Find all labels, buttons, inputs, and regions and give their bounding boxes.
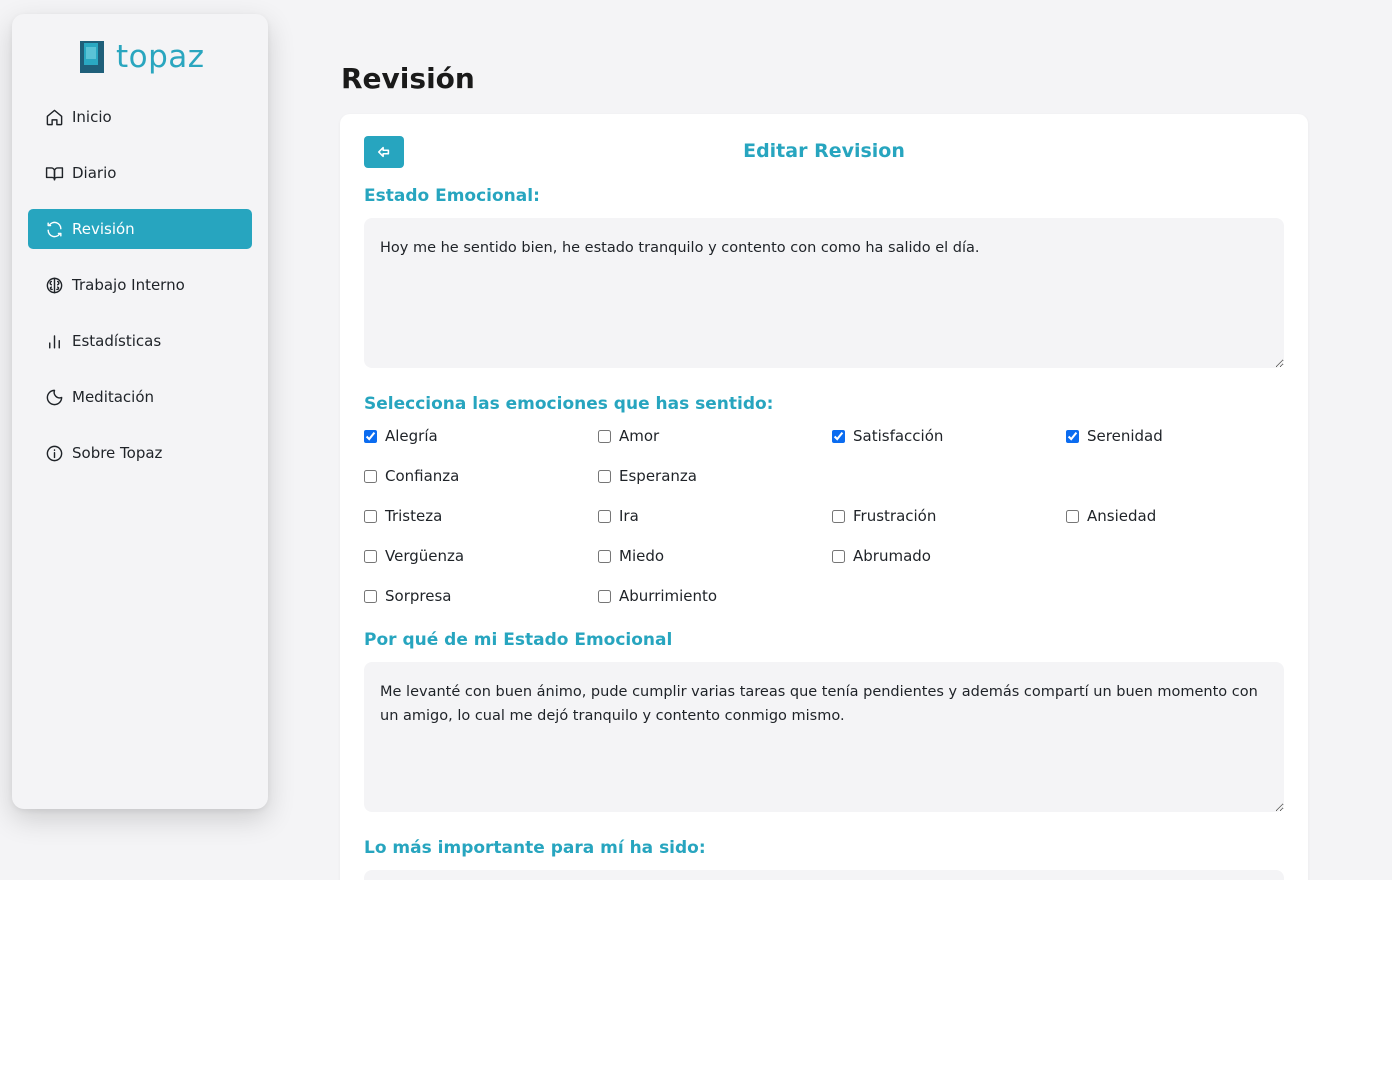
emotion-checkbox[interactable] xyxy=(364,589,377,603)
emotion-label: Serenidad xyxy=(1087,427,1163,445)
sidebar-item-label: Inicio xyxy=(72,108,112,126)
logo[interactable]: topaz xyxy=(80,39,205,75)
emotion-label: Esperanza xyxy=(619,467,697,485)
form-title: Editar Revision xyxy=(743,140,905,162)
emotion-option[interactable]: Confianza xyxy=(364,466,459,486)
sidebar: topaz Inicio Diario Revisión Trabajo Int… xyxy=(12,14,268,809)
emotion-label: Satisfacción xyxy=(853,427,944,445)
sidebar-nav: Inicio Diario Revisión Trabajo Interno E… xyxy=(28,97,252,489)
sidebar-item-meditacion[interactable]: Meditación xyxy=(28,377,252,417)
info-icon xyxy=(44,443,64,463)
emotion-label: Aburrimiento xyxy=(619,587,718,605)
sidebar-item-sobre-topaz[interactable]: Sobre Topaz xyxy=(28,433,252,473)
emotion-checkbox[interactable] xyxy=(364,429,377,443)
estado-emocional-label: Estado Emocional: xyxy=(364,186,540,206)
emotion-label: Frustración xyxy=(853,507,937,525)
emotion-option[interactable]: Abrumado xyxy=(832,546,931,566)
brain-icon xyxy=(44,275,64,295)
emotion-checkbox[interactable] xyxy=(832,509,845,523)
emotion-label: Abrumado xyxy=(853,547,931,565)
emotion-option[interactable]: Ansiedad xyxy=(1066,506,1156,526)
emotion-checkbox[interactable] xyxy=(1066,429,1079,443)
emotion-option[interactable]: Alegría xyxy=(364,426,438,446)
emotion-option[interactable]: Satisfacción xyxy=(832,426,943,446)
emotion-label: Sorpresa xyxy=(385,587,452,605)
sidebar-item-label: Meditación xyxy=(72,388,155,406)
emociones-label: Selecciona las emociones que has sentido… xyxy=(364,394,774,414)
emotion-checkbox[interactable] xyxy=(598,429,611,443)
emotion-option[interactable]: Miedo xyxy=(598,546,664,566)
emotion-option[interactable]: Amor xyxy=(598,426,659,446)
home-icon xyxy=(44,107,64,127)
book-icon xyxy=(44,163,64,183)
lo-mas-importante-label: Lo más importante para mí ha sido: xyxy=(364,838,706,858)
moon-icon xyxy=(44,387,64,407)
sidebar-item-estadisticas[interactable]: Estadísticas xyxy=(28,321,252,361)
refresh-icon xyxy=(44,219,64,239)
emotion-label: Ira xyxy=(619,507,639,525)
sidebar-item-inicio[interactable]: Inicio xyxy=(28,97,252,137)
emotion-label: Alegría xyxy=(385,427,438,445)
emotion-checkbox[interactable] xyxy=(364,549,377,563)
page-title: Revisión xyxy=(341,62,475,95)
emotion-checkbox[interactable] xyxy=(1066,509,1079,523)
emotion-label: Ansiedad xyxy=(1087,507,1157,525)
emotion-option[interactable]: Frustración xyxy=(832,506,936,526)
emotion-option[interactable]: Sorpresa xyxy=(364,586,451,606)
emotion-label: Confianza xyxy=(385,467,460,485)
emotion-checkbox[interactable] xyxy=(598,549,611,563)
sidebar-item-trabajo-interno[interactable]: Trabajo Interno xyxy=(28,265,252,305)
bar-chart-icon xyxy=(44,331,64,351)
emotion-label: Miedo xyxy=(619,547,665,565)
emotion-checkbox[interactable] xyxy=(832,429,845,443)
revision-form-card: Editar Revision Estado Emocional: Selecc… xyxy=(340,114,1308,880)
emotion-option[interactable]: Serenidad xyxy=(1066,426,1163,446)
emotion-checkbox[interactable] xyxy=(364,469,377,483)
sidebar-item-label: Diario xyxy=(72,164,117,182)
topaz-logo-icon xyxy=(80,41,104,73)
emotion-label: Tristeza xyxy=(385,507,443,525)
emotion-label: Vergüenza xyxy=(385,547,465,565)
sidebar-item-label: Estadísticas xyxy=(72,332,162,350)
emotion-checkbox[interactable] xyxy=(598,469,611,483)
porque-estado-label: Por qué de mi Estado Emocional xyxy=(364,630,673,650)
emotion-option[interactable]: Ira xyxy=(598,506,639,526)
emotion-checkbox[interactable] xyxy=(364,509,377,523)
porque-estado-input[interactable] xyxy=(364,662,1284,812)
emotion-option[interactable]: Esperanza xyxy=(598,466,697,486)
emotion-option[interactable]: Tristeza xyxy=(364,506,442,526)
sidebar-item-diario[interactable]: Diario xyxy=(28,153,252,193)
emotion-option[interactable]: Vergüenza xyxy=(364,546,464,566)
logo-text: topaz xyxy=(116,39,205,75)
emotion-checkbox[interactable] xyxy=(598,589,611,603)
sidebar-item-revision[interactable]: Revisión xyxy=(28,209,252,249)
sidebar-item-label: Trabajo Interno xyxy=(72,276,185,294)
estado-emocional-input[interactable] xyxy=(364,218,1284,368)
sidebar-item-label: Sobre Topaz xyxy=(72,444,163,462)
emotion-checkbox[interactable] xyxy=(832,549,845,563)
sidebar-item-label: Revisión xyxy=(72,220,135,238)
emotion-option[interactable]: Aburrimiento xyxy=(598,586,717,606)
emotion-checkbox[interactable] xyxy=(598,509,611,523)
app-viewport: topaz Inicio Diario Revisión Trabajo Int… xyxy=(0,0,1392,880)
lo-mas-importante-input[interactable] xyxy=(364,870,1284,880)
emotion-label: Amor xyxy=(619,427,660,445)
